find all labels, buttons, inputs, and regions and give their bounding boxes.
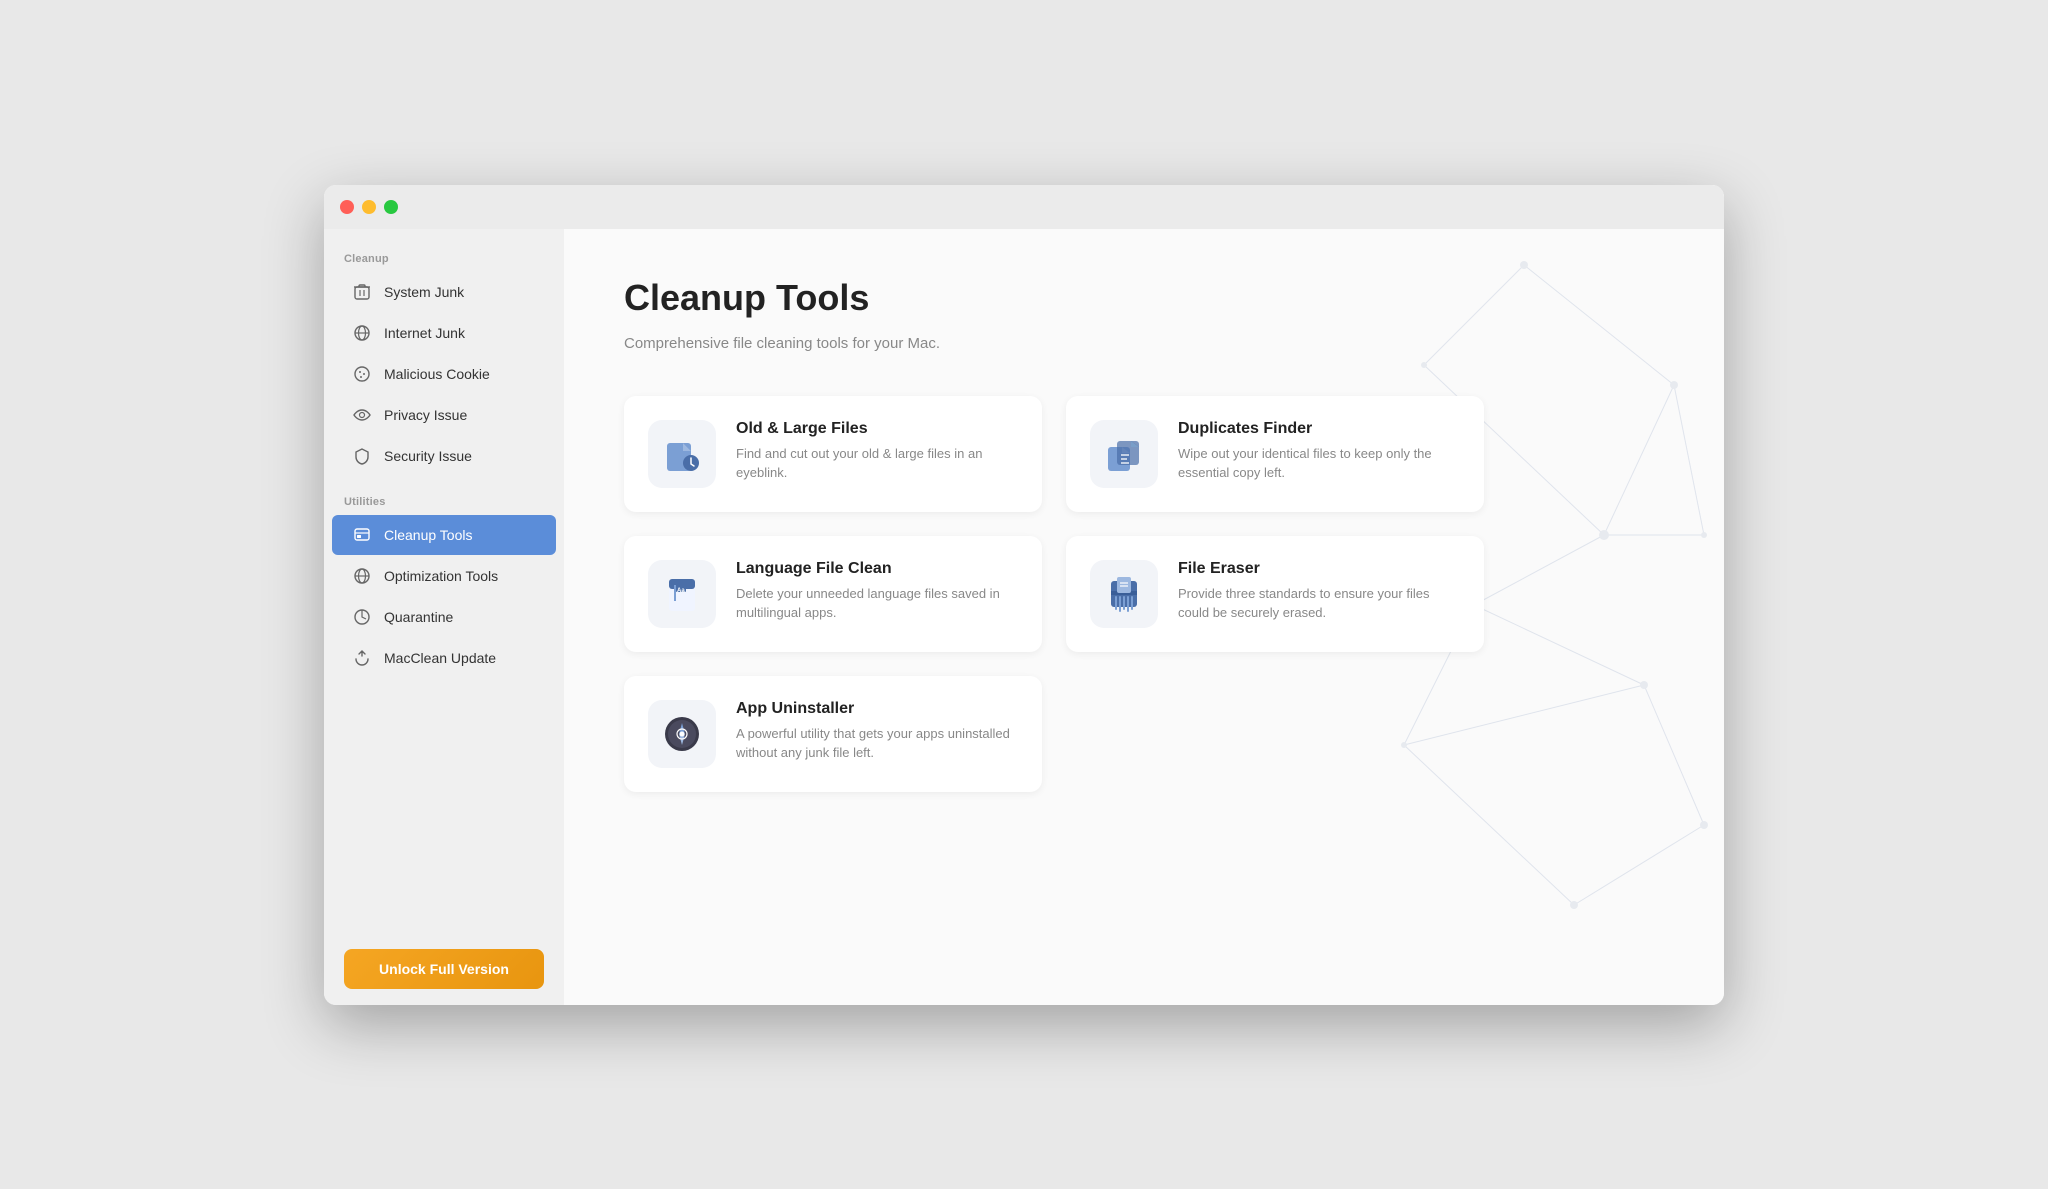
sidebar-item-internet-junk[interactable]: Internet Junk [332,313,556,353]
language-name: Language File Clean [736,560,1018,578]
main-content: Cleanup Tools Comprehensive file cleanin… [564,185,1724,1005]
old-files-info: Old & Large Files Find and cut out your … [736,420,1018,483]
duplicates-name: Duplicates Finder [1178,420,1460,438]
eraser-name: File Eraser [1178,560,1460,578]
sidebar: Cleanup System Junk [324,185,564,1005]
tool-card-old-large-files[interactable]: Old & Large Files Find and cut out your … [624,396,1042,512]
minimize-button[interactable] [362,200,376,214]
sidebar-item-security-issue[interactable]: Security Issue [332,436,556,476]
app-window: Cleanup System Junk [324,185,1724,1005]
sidebar-item-cleanup-tools[interactable]: Cleanup Tools [332,515,556,555]
cookie-icon [352,364,372,384]
old-files-name: Old & Large Files [736,420,1018,438]
sidebar-item-system-junk[interactable]: System Junk [332,272,556,312]
sidebar-label-security-issue: Security Issue [384,448,472,464]
quarantine-icon [352,607,372,627]
old-files-desc: Find and cut out your old & large files … [736,444,1018,483]
svg-text:Aa: Aa [677,588,685,594]
language-info: Language File Clean Delete your unneeded… [736,560,1018,623]
maximize-button[interactable] [384,200,398,214]
tool-card-language-file-clean[interactable]: Aa Language File Clean Delete your unnee… [624,536,1042,652]
sidebar-label-internet-junk: Internet Junk [384,325,465,341]
sidebar-item-macclean-update[interactable]: MacClean Update [332,638,556,678]
duplicates-info: Duplicates Finder Wipe out your identica… [1178,420,1460,483]
tool-card-duplicates-finder[interactable]: Duplicates Finder Wipe out your identica… [1066,396,1484,512]
unlock-full-version-button[interactable]: Unlock Full Version [344,949,544,989]
sidebar-label-cleanup-tools: Cleanup Tools [384,527,472,543]
utilities-section-label: Utilities [324,488,564,514]
sidebar-item-quarantine[interactable]: Quarantine [332,597,556,637]
main-inner: Cleanup Tools Comprehensive file cleanin… [564,229,1724,840]
cleanup-section-label: Cleanup [324,245,564,271]
close-button[interactable] [340,200,354,214]
tool-card-app-uninstaller[interactable]: App Uninstaller A powerful utility that … [624,676,1042,792]
tools-grid: Old & Large Files Find and cut out your … [624,396,1484,792]
sidebar-label-privacy-issue: Privacy Issue [384,407,467,423]
sidebar-label-quarantine: Quarantine [384,609,453,625]
page-subtitle: Comprehensive file cleaning tools for yo… [624,335,1664,352]
title-bar [324,185,1724,229]
cleanup-tools-icon [352,525,372,545]
shield-icon [352,446,372,466]
uninstaller-icon-wrap [648,700,716,768]
language-icon: Aa [661,573,703,615]
sidebar-item-optimization-tools[interactable]: Optimization Tools [332,556,556,596]
uninstaller-info: App Uninstaller A powerful utility that … [736,700,1018,763]
internet-icon [352,323,372,343]
update-icon [352,648,372,668]
duplicates-desc: Wipe out your identical files to keep on… [1178,444,1460,483]
eraser-icon [1103,573,1145,615]
language-desc: Delete your unneeded language files save… [736,584,1018,623]
sidebar-item-malicious-cookie[interactable]: Malicious Cookie [332,354,556,394]
eraser-icon-wrap [1090,560,1158,628]
uninstaller-desc: A powerful utility that gets your apps u… [736,724,1018,763]
sidebar-label-system-junk: System Junk [384,284,464,300]
uninstaller-name: App Uninstaller [736,700,1018,718]
sidebar-content: Cleanup System Junk [324,229,564,933]
tool-card-file-eraser[interactable]: File Eraser Provide three standards to e… [1066,536,1484,652]
eraser-info: File Eraser Provide three standards to e… [1178,560,1460,623]
uninstaller-icon [661,713,703,755]
duplicates-icon [1103,433,1145,475]
language-icon-wrap: Aa [648,560,716,628]
page-title: Cleanup Tools [624,277,1664,319]
old-files-icon-wrap [648,420,716,488]
sidebar-label-optimization-tools: Optimization Tools [384,568,498,584]
sidebar-label-malicious-cookie: Malicious Cookie [384,366,490,382]
trash-icon [352,282,372,302]
traffic-lights [340,200,398,214]
sidebar-label-macclean-update: MacClean Update [384,650,496,666]
optimization-icon [352,566,372,586]
sidebar-item-privacy-issue[interactable]: Privacy Issue [332,395,556,435]
old-files-icon [661,433,703,475]
sidebar-footer: Unlock Full Version [324,933,564,1005]
eye-icon [352,405,372,425]
duplicates-icon-wrap [1090,420,1158,488]
eraser-desc: Provide three standards to ensure your f… [1178,584,1460,623]
